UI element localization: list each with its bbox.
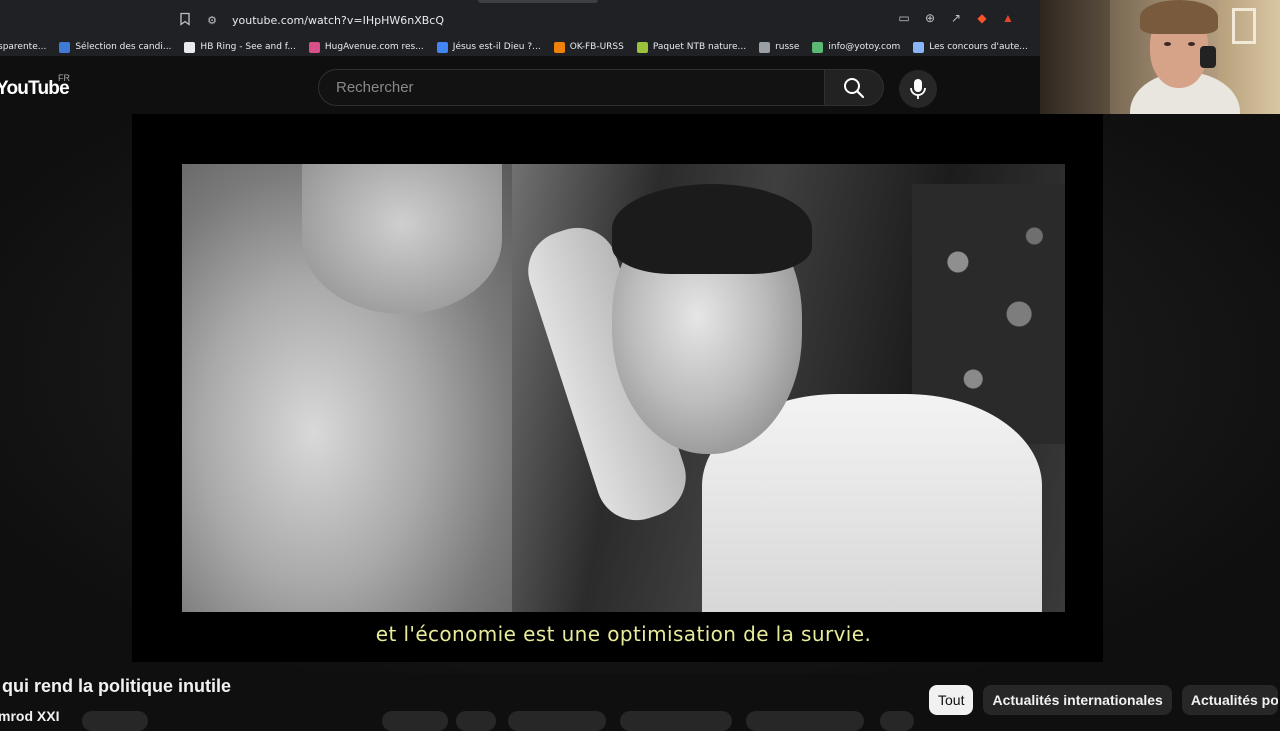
- site-info-icon[interactable]: ⚙: [204, 12, 220, 28]
- bookmark-item[interactable]: HugAvenue.com res...: [308, 41, 424, 53]
- bookmark-label: Sélection des candi...: [75, 42, 172, 52]
- browser-address-bar: ⚙ youtube.com/watch?v=IHpHW6nXBcQ ▭ ⊕ ↗ …: [0, 0, 1040, 38]
- bookmark-label: HB Ring - See and f...: [200, 42, 296, 52]
- bookmark-label: sparente...: [0, 42, 47, 52]
- bookmark-item[interactable]: Sélection des candi...: [59, 41, 172, 53]
- share-button[interactable]: [508, 711, 606, 731]
- bookmark-icon[interactable]: [178, 12, 192, 26]
- bookmarks-bar: sparente... Sélection des candi... HB Ring…: [0, 38, 1040, 56]
- cast-icon[interactable]: ▭: [896, 10, 912, 26]
- brave-rewards-icon[interactable]: ▲: [1000, 10, 1016, 26]
- bookmark-favicon-icon: [59, 41, 71, 53]
- zoom-icon[interactable]: ⊕: [922, 10, 938, 26]
- bookmark-label: info@yotoy.com: [828, 42, 901, 52]
- channel-name[interactable]: mrod XXI: [0, 708, 59, 724]
- bookmark-label: Les concours d'aute...: [929, 42, 1028, 52]
- bookmark-favicon-icon: [759, 41, 771, 53]
- search-box[interactable]: [318, 69, 824, 106]
- country-code: FR: [58, 73, 70, 83]
- wall-frame: [1232, 8, 1256, 44]
- share-icon[interactable]: ↗: [948, 10, 964, 26]
- bookmark-favicon-icon: [436, 41, 448, 53]
- bookmark-item[interactable]: russe: [759, 41, 800, 53]
- video-subtitle: et l'économie est une optimisation de la…: [375, 622, 872, 646]
- bookmark-label: Jésus est-il Dieu ?...: [452, 42, 541, 52]
- search-icon: [844, 77, 865, 98]
- brave-shield-icon[interactable]: ◆: [974, 10, 990, 26]
- bookmark-item[interactable]: Paquet NTB nature...: [636, 41, 747, 53]
- download-button[interactable]: [746, 711, 864, 731]
- bookmark-item[interactable]: OK-FB-URSS: [553, 41, 624, 53]
- bookmark-item[interactable]: Les concours d'aute...: [913, 41, 1028, 53]
- bookmark-favicon-icon: [184, 41, 196, 53]
- dislike-button[interactable]: [456, 711, 496, 731]
- bookmark-label: Paquet NTB nature...: [652, 42, 747, 52]
- bookmark-label: HugAvenue.com res...: [324, 42, 424, 52]
- voice-search-button[interactable]: [899, 70, 937, 108]
- bookmark-label: russe: [775, 42, 800, 52]
- bookmark-favicon-icon: [913, 41, 925, 53]
- url-text: youtube.com/watch?v=IHpHW6nXBcQ: [232, 13, 444, 27]
- filter-chip[interactable]: Actualités internationales: [983, 685, 1172, 715]
- search-button[interactable]: [824, 69, 884, 106]
- like-button[interactable]: [382, 711, 448, 731]
- subscribe-button[interactable]: [82, 711, 148, 731]
- bookmark-favicon-icon: [553, 41, 565, 53]
- bookmark-favicon-icon: [636, 41, 648, 53]
- video-title: qui rend la politique inutile: [2, 676, 231, 696]
- video-frame[interactable]: [182, 164, 1065, 612]
- save-button[interactable]: [620, 711, 732, 731]
- bookmark-item[interactable]: sparente...: [0, 42, 46, 52]
- bookmark-label: OK-FB-URSS: [569, 42, 624, 52]
- filter-chips: Tout Actualités internationales Actualités…: [929, 685, 1278, 715]
- active-tab-indicator: [478, 0, 598, 3]
- filter-chip[interactable]: Tout: [929, 685, 974, 715]
- bookmark-item[interactable]: info@yotoy.com: [812, 41, 901, 53]
- bookmark-item[interactable]: HB Ring - See and f...: [184, 41, 296, 53]
- more-button[interactable]: [880, 711, 914, 731]
- filter-chip[interactable]: Actualités po: [1181, 685, 1278, 715]
- bookmark-favicon-icon: [308, 41, 320, 53]
- headset-icon: [1200, 46, 1216, 68]
- search-input[interactable]: [334, 78, 824, 97]
- microphone-icon: [910, 79, 926, 99]
- bookmark-item[interactable]: Jésus est-il Dieu ?...: [436, 41, 541, 53]
- bookmark-favicon-icon: [812, 41, 824, 53]
